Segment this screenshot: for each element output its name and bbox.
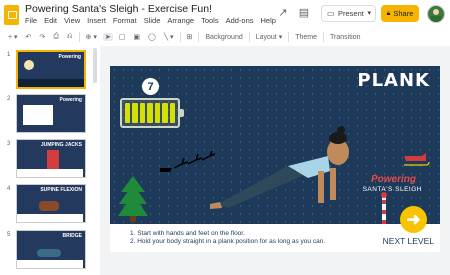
divider <box>323 32 325 42</box>
moon-icon <box>24 60 34 70</box>
zoom-icon[interactable]: ⊕ ▾ <box>84 33 99 41</box>
divider <box>179 32 181 42</box>
menu-view[interactable]: View <box>64 16 80 25</box>
battery-cell <box>169 103 175 123</box>
battery-cell <box>132 103 138 123</box>
comment-add-icon[interactable]: ⊞ <box>185 33 195 41</box>
menu-format[interactable]: Format <box>113 16 137 25</box>
present-button[interactable]: ▭ Present ▾ <box>321 5 376 22</box>
slides-logo-icon[interactable] <box>4 5 19 25</box>
slide-number: 4 <box>7 186 11 192</box>
present-label: Present <box>338 9 364 18</box>
town-silhouette <box>18 79 84 87</box>
next-level-label[interactable]: NEXT LEVEL <box>383 236 434 246</box>
new-slide-icon[interactable]: + ▾ <box>6 33 20 41</box>
chevron-down-icon[interactable]: ▾ <box>367 9 371 17</box>
transition-button[interactable]: Transition <box>328 34 362 41</box>
menu-file[interactable]: File <box>25 16 37 25</box>
undo-icon[interactable]: ↶ <box>24 33 34 41</box>
thumb-figure <box>39 201 59 211</box>
menu-arrange[interactable]: Arrange <box>167 16 194 25</box>
slide-title[interactable]: PLANK <box>357 70 430 91</box>
shape-icon[interactable]: ◯ <box>146 33 158 41</box>
battery-cell <box>162 103 168 123</box>
share-button[interactable]: 🔒︎ Share <box>381 5 419 22</box>
background-button[interactable]: Background <box>203 34 244 41</box>
document-title[interactable]: Powering Santa's Sleigh - Exercise Fun! <box>25 3 212 15</box>
thumb-figure <box>37 249 61 257</box>
menu-slide[interactable]: Slide <box>144 16 161 25</box>
divider <box>288 32 290 42</box>
menu-tools[interactable]: Tools <box>201 16 219 25</box>
slide-canvas[interactable]: 7 PLANK Powering SANTA'S SLEIGH ➜ NEXT L… <box>110 66 440 252</box>
instruction-1: 1. Start with hands and feet on the floo… <box>130 230 245 237</box>
slide-logo-subtitle: SANTA'S SLEIGH <box>362 186 422 193</box>
toolbar: + ▾ ↶ ↷ ⎙ ⎌ ⊕ ▾ ➤ ▢ ▣ ◯ ╲ ▾ ⊞ Background… <box>6 30 444 44</box>
battery-meter <box>120 98 184 128</box>
divider <box>248 32 250 42</box>
theme-button[interactable]: Theme <box>293 34 319 41</box>
slide-thumbnail-2[interactable]: Powering <box>16 94 86 133</box>
exercise-number[interactable]: 7 <box>142 78 159 95</box>
avatar[interactable] <box>427 5 445 23</box>
menu-edit[interactable]: Edit <box>44 16 57 25</box>
filmstrip-scrollbar[interactable] <box>93 48 97 83</box>
slide-number: 1 <box>7 52 11 58</box>
thumb-title: SUPINE FLEXION <box>40 187 82 193</box>
battery-cell <box>139 103 146 123</box>
redo-icon[interactable]: ↷ <box>37 33 47 41</box>
menu-insert[interactable]: Insert <box>87 16 106 25</box>
image-icon[interactable]: ▣ <box>131 33 142 41</box>
instruction-2: 2. Hold your body straight in a plank po… <box>130 238 326 245</box>
line-icon[interactable]: ╲ ▾ <box>162 33 176 41</box>
sleigh-icon <box>404 153 430 166</box>
paint-format-icon[interactable]: ⎌ <box>65 33 75 41</box>
present-icon: ▭ <box>327 9 335 18</box>
slide-thumbnail-5[interactable]: BRIDGE <box>16 230 86 269</box>
slide-thumbnail-4[interactable]: SUPINE FLEXION <box>16 184 86 223</box>
thumb-ground <box>17 214 83 222</box>
thumb-title: Powering <box>59 97 82 103</box>
thumb-text-block <box>23 105 53 125</box>
thumb-title: Powering <box>58 54 81 60</box>
slide-logo-title: Powering <box>370 174 416 185</box>
layout-label: Layout <box>255 34 277 41</box>
thumb-title: BRIDGE <box>62 233 82 239</box>
thumb-figure <box>47 150 59 170</box>
christmas-tree-icon <box>118 176 148 222</box>
menu-help[interactable]: Help <box>261 16 276 25</box>
slide-thumbnail-3[interactable]: JUMPING JACKS <box>16 139 86 178</box>
select-cursor-icon[interactable]: ➤ <box>102 33 113 41</box>
instructions[interactable]: 1. Start with hands and feet on the floo… <box>130 230 325 246</box>
thumb-ground <box>17 260 83 268</box>
share-label: Share <box>393 9 414 18</box>
plank-figure-image <box>210 126 349 209</box>
slide-filmstrip[interactable]: 1 Powering 2 Powering 3 JUMPING JACKS 4 … <box>0 46 100 275</box>
comment-icon[interactable]: ▤ <box>297 6 311 20</box>
slide-number: 2 <box>7 96 11 102</box>
slide-number: 3 <box>7 141 11 147</box>
menu-addons[interactable]: Add-ons <box>226 16 254 25</box>
menu-bar: File Edit View Insert Format Slide Arran… <box>25 16 276 25</box>
battery-cell <box>147 103 153 123</box>
textbox-icon[interactable]: ▢ <box>117 33 128 41</box>
next-level-arrow-icon[interactable]: ➜ <box>400 206 427 233</box>
slide-number: 5 <box>7 232 11 238</box>
thumb-ground <box>17 169 83 177</box>
print-icon[interactable]: ⎙ <box>51 33 61 41</box>
divider <box>198 32 200 42</box>
slide-thumbnail-1[interactable]: Powering <box>16 50 86 89</box>
battery-cell <box>154 103 161 123</box>
activity-icon[interactable]: ↗ <box>276 6 290 20</box>
lock-icon: 🔒︎ <box>386 9 391 17</box>
divider <box>78 32 80 42</box>
north-pole-icon <box>381 192 387 230</box>
layout-button[interactable]: Layout ▾ <box>254 33 285 41</box>
battery-cell <box>125 103 131 123</box>
thumb-title: JUMPING JACKS <box>40 142 82 148</box>
